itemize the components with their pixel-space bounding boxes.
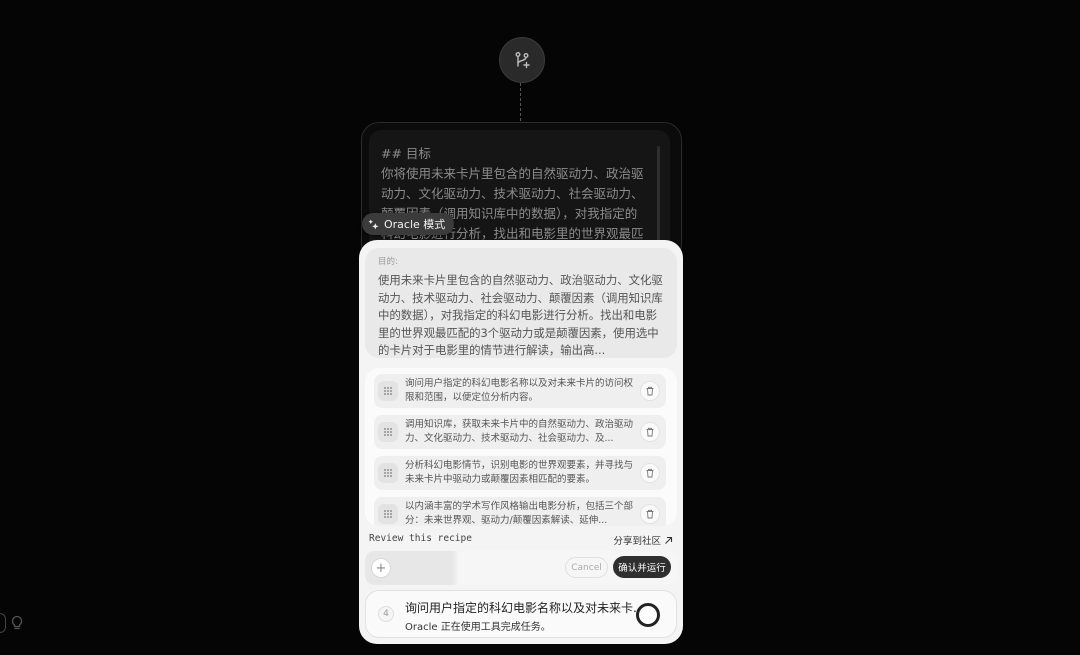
- delete-step-button[interactable]: [640, 381, 660, 401]
- delete-step-button[interactable]: [640, 504, 660, 524]
- recipe-panel: 目的: 使用未来卡片里包含的自然驱动力、政治驱动力、文化驱动力、技术驱动力、社会…: [359, 240, 683, 644]
- trash-icon: [646, 509, 654, 519]
- partial-button[interactable]: [0, 613, 6, 633]
- status-subtitle: Oracle 正在使用工具完成任务。: [405, 622, 551, 633]
- step-item[interactable]: 调用知识库，获取未来卡片中的自然驱动力、政治驱动力、文化驱动力、技术驱动力、社会…: [374, 415, 666, 449]
- delete-step-button[interactable]: [640, 422, 660, 442]
- drag-handle-icon[interactable]: [378, 463, 398, 483]
- goal-label: 目的:: [378, 257, 398, 267]
- status-card: 4 询问用户指定的科幻电影名称以及对未来卡... Oracle 正在使用工具完成…: [365, 590, 677, 638]
- branch-node[interactable]: [499, 37, 545, 83]
- stop-button[interactable]: [636, 603, 660, 627]
- drag-handle-icon[interactable]: [378, 422, 398, 442]
- git-branch-plus-icon: [515, 52, 530, 69]
- step-item[interactable]: 询问用户指定的科幻电影名称以及对未来卡片的访问权限和范围，以便定位分析内容。: [374, 374, 666, 408]
- connector-line: [520, 83, 521, 121]
- goal-text: 使用未来卡片里包含的自然驱动力、政治驱动力、文化驱动力、技术驱动力、社会驱动力、…: [378, 273, 663, 357]
- review-label: Review this recipe: [369, 533, 472, 544]
- step-number-badge: 4: [378, 606, 394, 622]
- step-item[interactable]: 以内涵丰富的学术写作风格输出电影分析，包括三个部分：未来世界观、驱动力/颠覆因素…: [374, 497, 666, 526]
- action-bar: + Cancel 确认并运行: [365, 551, 677, 585]
- step-text: 以内涵丰富的学术写作风格输出电影分析，包括三个部分：未来世界观、驱动力/颠覆因素…: [405, 501, 634, 526]
- arrow-up-right-icon: [665, 536, 673, 544]
- trash-icon: [646, 468, 654, 478]
- add-button[interactable]: +: [371, 558, 391, 578]
- oracle-mode-label: Oracle 模式: [384, 218, 446, 231]
- drag-handle-icon[interactable]: [378, 381, 398, 401]
- review-row: Review this recipe 分享到社区: [369, 533, 673, 547]
- step-text: 分析科幻电影情节，识别电影的世界观要素，并寻找与未来卡片中驱动力或颠覆因素相匹配…: [405, 460, 634, 485]
- share-to-community-link[interactable]: 分享到社区: [613, 533, 673, 547]
- trash-icon: [646, 386, 654, 396]
- plus-icon: +: [375, 560, 387, 576]
- lightbulb-icon[interactable]: [10, 615, 24, 631]
- trash-icon: [646, 427, 654, 437]
- confirm-run-button[interactable]: 确认并运行: [613, 556, 671, 578]
- cancel-button[interactable]: Cancel: [565, 557, 608, 578]
- oracle-mode-badge[interactable]: Oracle 模式: [362, 213, 455, 235]
- step-text: 调用知识库，获取未来卡片中的自然驱动力、政治驱动力、文化驱动力、技术驱动力、社会…: [405, 419, 634, 444]
- step-item[interactable]: 分析科幻电影情节，识别电影的世界观要素，并寻找与未来卡片中驱动力或颠覆因素相匹配…: [374, 456, 666, 490]
- step-text: 询问用户指定的科幻电影名称以及对未来卡片的访问权限和范围，以便定位分析内容。: [405, 378, 634, 403]
- share-label: 分享到社区: [613, 536, 661, 547]
- sparkle-icon: [368, 218, 379, 230]
- delete-step-button[interactable]: [640, 463, 660, 483]
- bottom-left-controls: [0, 613, 24, 633]
- status-title: 询问用户指定的科幻电影名称以及对未来卡...: [405, 601, 641, 615]
- goal-section: 目的: 使用未来卡片里包含的自然驱动力、政治驱动力、文化驱动力、技术驱动力、社会…: [365, 248, 677, 358]
- drag-handle-icon[interactable]: [378, 504, 398, 524]
- steps-list: 询问用户指定的科幻电影名称以及对未来卡片的访问权限和范围，以便定位分析内容。 调…: [365, 368, 677, 526]
